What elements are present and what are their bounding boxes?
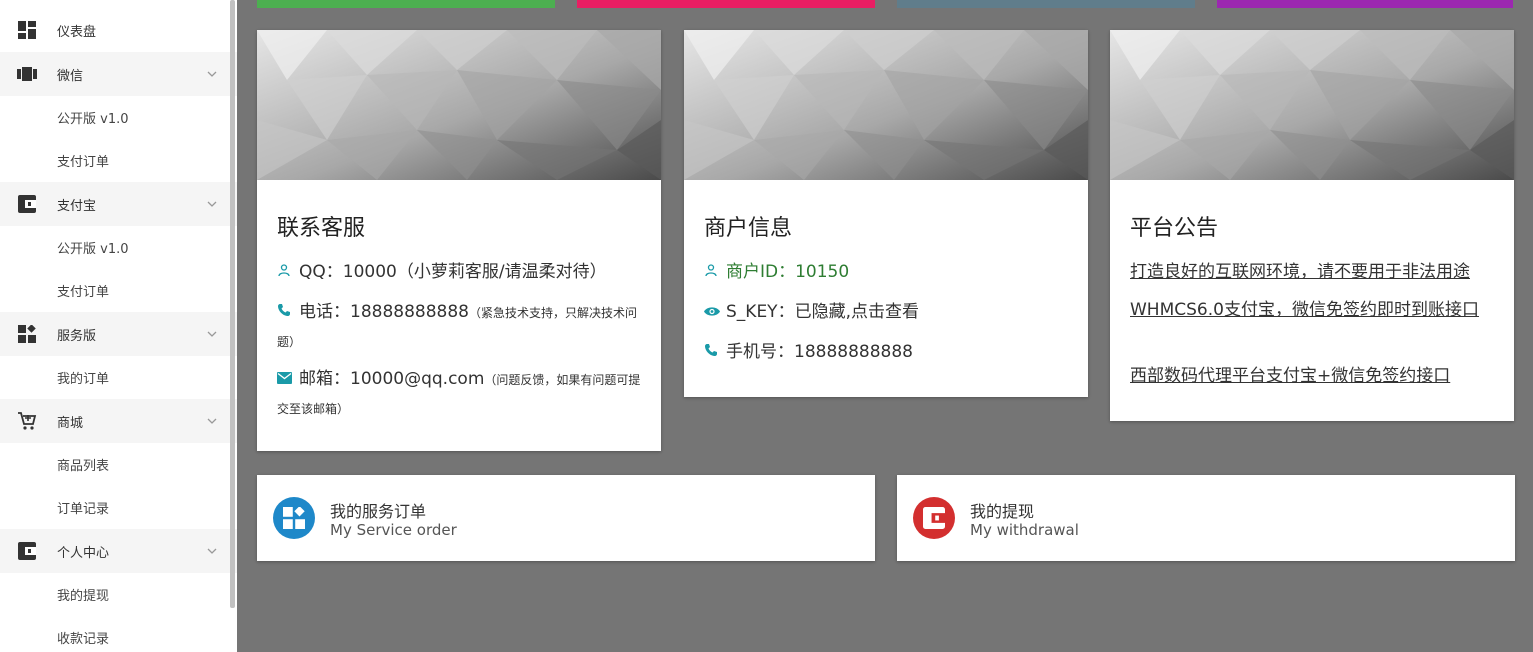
- chevron-down-icon: [206, 68, 218, 80]
- sidebar-item-alipay-public[interactable]: 公开版 v1.0: [0, 226, 237, 269]
- sidebar-item-withdrawals[interactable]: 我的提现: [0, 573, 237, 616]
- chevron-down-icon: [206, 198, 218, 210]
- stat-tile-green[interactable]: [257, 0, 555, 8]
- notice-card: 平台公告 打造良好的互联网环境，请不要用于非法用途 WHMCS6.0支付宝，微信…: [1110, 30, 1514, 421]
- sidebar-group-personal[interactable]: 个人中心: [0, 529, 237, 573]
- sidebar-scrollbar[interactable]: [230, 0, 235, 608]
- merchant-id: 商户ID：10150: [704, 258, 1068, 286]
- sidebar-group-label: 商城: [57, 415, 84, 431]
- contact-card: 联系客服 QQ：10000（小萝莉客服/请温柔对待） 电话：1888888888…: [257, 30, 661, 451]
- person-icon: [277, 258, 293, 286]
- cart-icon: [17, 411, 37, 431]
- wechat-icon: [17, 64, 37, 84]
- chevron-down-icon: [206, 415, 218, 427]
- notice-link[interactable]: 打造良好的互联网环境，请不要用于非法用途: [1130, 258, 1494, 286]
- wallet-icon: [17, 194, 37, 214]
- sidebar-group-label: 仪表盘: [57, 24, 97, 40]
- contact-email: 邮箱：10000@qq.com（问题反馈，如果有问题可提交至该邮箱）: [277, 365, 641, 423]
- phone-icon: [277, 298, 293, 326]
- sidebar-group-alipay[interactable]: 支付宝: [0, 182, 237, 226]
- sidebar-item-order-records[interactable]: 订单记录: [0, 486, 237, 529]
- contact-qq-text: QQ：10000（小萝莉客服/请温柔对待）: [299, 262, 607, 282]
- card-header-image: [1110, 30, 1514, 180]
- contact-phone-text: 电话：18888888888: [299, 302, 469, 322]
- widgets-icon: [17, 324, 37, 344]
- sidebar-group-label: 支付宝: [57, 198, 97, 214]
- stat-tile-purple[interactable]: [1217, 0, 1513, 8]
- sidebar-group-shop[interactable]: 商城: [0, 399, 237, 443]
- sidebar-item-my-orders[interactable]: 我的订单: [0, 356, 237, 399]
- button-subtitle: My withdrawal: [970, 521, 1079, 539]
- card-title: 平台公告: [1130, 216, 1219, 241]
- sidebar-group-label: 服务版: [57, 328, 97, 344]
- sidebar-group-dashboard[interactable]: 仪表盘: [0, 0, 237, 52]
- wallet-icon: [17, 541, 37, 561]
- phone-icon: [704, 338, 720, 366]
- sidebar-group-label: 个人中心: [57, 545, 110, 561]
- eye-icon: [704, 298, 720, 326]
- merchant-id-text: 商户ID：10150: [726, 262, 850, 282]
- merchant-card: 商户信息 商户ID：10150 S_KEY：已隐藏,点击查看 手机号：18888…: [684, 30, 1088, 397]
- stat-tile-pink[interactable]: [577, 0, 875, 8]
- wallet-icon: [913, 497, 955, 539]
- card-header-image: [257, 30, 661, 180]
- merchant-skey-text: S_KEY：已隐藏,点击查看: [726, 302, 919, 322]
- notice-link-text[interactable]: WHMCS6.0支付宝，微信免签约即时到账接口: [1130, 300, 1479, 320]
- notice-link-text[interactable]: 打造良好的互联网环境，请不要用于非法用途: [1130, 262, 1470, 282]
- notice-link-text[interactable]: 西部数码代理平台支付宝+微信免签约接口: [1130, 366, 1450, 386]
- contact-qq: QQ：10000（小萝莉客服/请温柔对待）: [277, 258, 641, 286]
- card-title: 商户信息: [704, 216, 793, 241]
- withdrawal-button[interactable]: 我的提现 My withdrawal: [897, 475, 1515, 561]
- person-icon: [704, 258, 720, 286]
- dashboard-icon: [17, 20, 37, 40]
- sidebar-group-label: 微信: [57, 68, 84, 84]
- sidebar-group-wechat[interactable]: 微信: [0, 52, 237, 96]
- button-title: 我的提现: [970, 502, 1035, 521]
- card-header-image: [684, 30, 1088, 180]
- notice-link[interactable]: 西部数码代理平台支付宝+微信免签约接口: [1130, 362, 1494, 390]
- button-title: 我的服务订单: [330, 502, 427, 521]
- notice-link[interactable]: WHMCS6.0支付宝，微信免签约即时到账接口: [1130, 296, 1494, 324]
- sidebar: 仪表盘 微信 公开版 v1.0 支付订单 支付宝 公开版 v1.0 支付订单 服…: [0, 0, 237, 652]
- sidebar-item-product-list[interactable]: 商品列表: [0, 443, 237, 486]
- sidebar-group-service[interactable]: 服务版: [0, 312, 237, 356]
- chevron-down-icon: [206, 328, 218, 340]
- sidebar-item-alipay-orders[interactable]: 支付订单: [0, 269, 237, 312]
- contact-email-text: 邮箱：10000@qq.com: [299, 369, 485, 389]
- chevron-down-icon: [206, 545, 218, 557]
- sidebar-item-wechat-public[interactable]: 公开版 v1.0: [0, 96, 237, 139]
- sidebar-item-receipts[interactable]: 收款记录: [0, 616, 237, 652]
- card-title: 联系客服: [277, 216, 366, 241]
- button-subtitle: My Service order: [330, 521, 457, 539]
- merchant-mobile: 手机号：18888888888: [704, 338, 1068, 366]
- contact-phone: 电话：18888888888（紧急技术支持，只解决技术问题）: [277, 298, 641, 356]
- widgets-icon: [273, 497, 315, 539]
- sidebar-item-wechat-orders[interactable]: 支付订单: [0, 139, 237, 182]
- merchant-mobile-text: 手机号：18888888888: [726, 342, 913, 362]
- stat-tile-slate[interactable]: [897, 0, 1195, 8]
- merchant-skey[interactable]: S_KEY：已隐藏,点击查看: [704, 298, 1068, 326]
- service-order-button[interactable]: 我的服务订单 My Service order: [257, 475, 875, 561]
- mail-icon: [277, 365, 293, 393]
